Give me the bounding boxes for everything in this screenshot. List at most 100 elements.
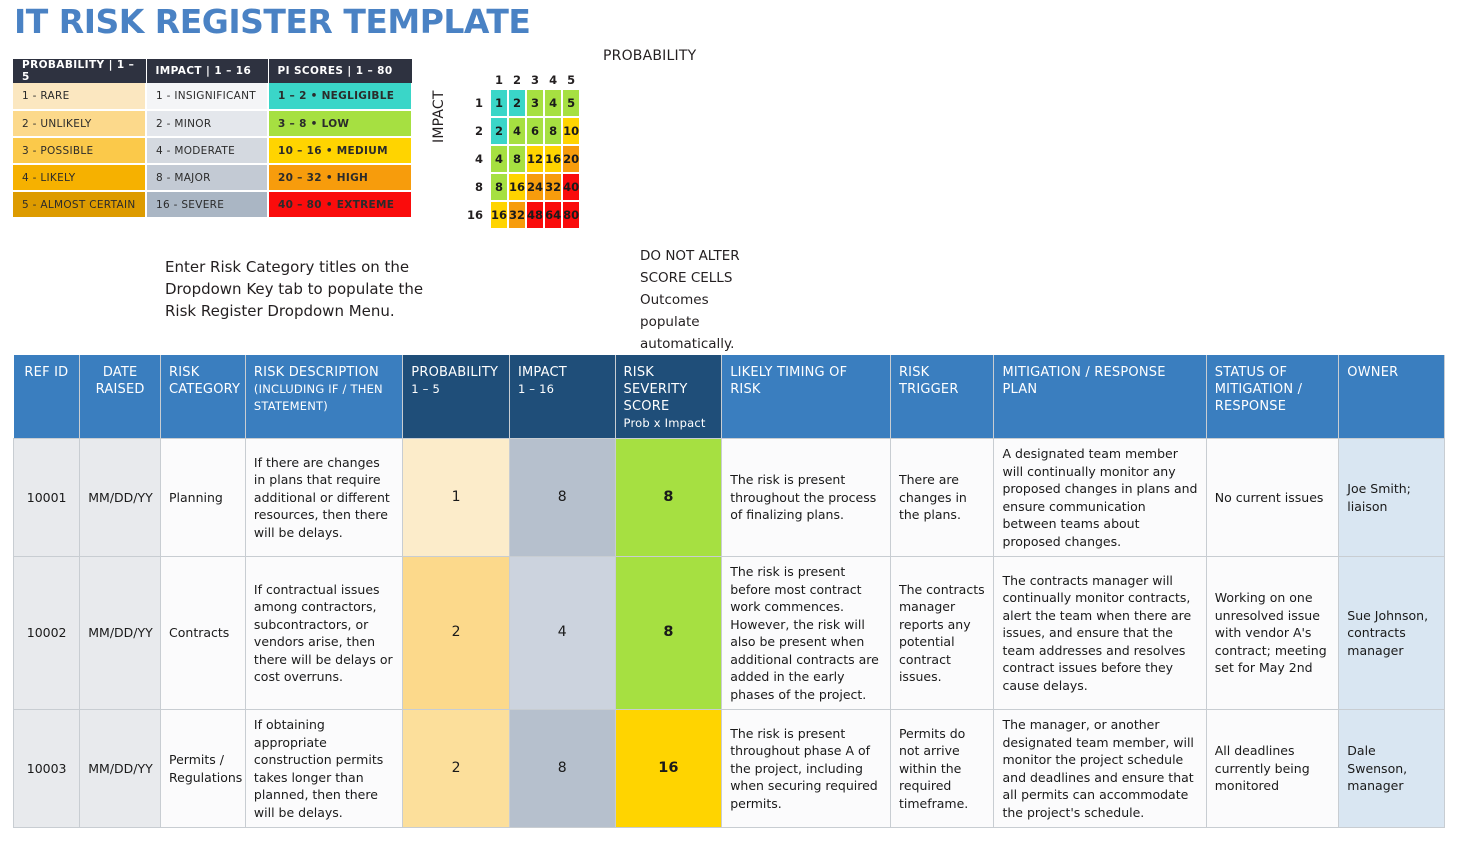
cell-ref-id[interactable]: 10001 — [12, 438, 81, 557]
legend-body: 1 - RARE 1 - INSIGNIFICANT 1 – 2 • NEGLIGI… — [13, 83, 413, 219]
matrix-column-tick: 3 — [531, 73, 540, 87]
matrix-row-tick: 16 — [467, 208, 484, 222]
col-header-likely-timing[interactable]: LIKELY TIMING OF RISK — [721, 355, 891, 439]
cell-date-raised[interactable]: MM/DD/YY — [79, 709, 162, 828]
legend-probability-cell: 3 - POSSIBLE — [13, 137, 147, 165]
cell-impact[interactable]: 8 — [508, 709, 616, 828]
matrix-column-tick: 4 — [549, 73, 558, 87]
cell-status[interactable]: No current issues — [1205, 438, 1340, 557]
cell-owner[interactable]: Dale Swenson, manager — [1338, 709, 1445, 828]
cell-mitigation-plan[interactable]: A designated team member will continuall… — [993, 438, 1207, 557]
col-header-status-label: STATUS OF MITIGATION / RESPONSE — [1214, 365, 1303, 414]
col-header-probability-sub: 1 – 5 — [411, 382, 440, 396]
cell-mitigation-plan[interactable]: The manager, or another designated team … — [993, 709, 1207, 828]
legend-header-impact: IMPACT | 1 – 16 — [146, 59, 269, 83]
matrix-score-cell: 8 — [509, 146, 526, 172]
col-header-risk-description-sub: (INCLUDING IF / THEN STATEMENT) — [253, 382, 383, 413]
legend-probability-cell: 5 - ALMOST CERTAIN — [13, 191, 147, 219]
cell-probability[interactable]: 1 — [402, 438, 510, 557]
legend-impact-cell: 2 - MINOR — [146, 110, 269, 138]
cell-likely-timing[interactable]: The risk is present throughout phase A o… — [721, 709, 891, 828]
cell-ref-id[interactable]: 10002 — [12, 556, 81, 710]
col-header-mitigation-plan[interactable]: MITIGATION / RESPONSE PLAN — [993, 355, 1207, 439]
cell-risk-severity-score: 8 — [614, 438, 723, 557]
cell-probability[interactable]: 2 — [402, 709, 510, 828]
legend-header-pi-scores: PI SCORES | 1 – 80 — [268, 59, 413, 83]
cell-owner[interactable]: Joe Smith; liaison — [1338, 438, 1445, 557]
cell-status[interactable]: All deadlines currently being monitored — [1205, 709, 1340, 828]
col-header-impact[interactable]: IMPACT 1 – 16 — [509, 355, 616, 439]
matrix-score-cell: 16 — [509, 174, 526, 200]
legend-impact-cell: 4 - MODERATE — [146, 137, 269, 165]
cell-risk-description[interactable]: If there are changes in plans that requi… — [244, 438, 404, 557]
matrix-score-cell: 4 — [545, 90, 562, 116]
table-row: 10003 MM/DD/YY Permits / Regulations If obt… — [12, 709, 1445, 828]
matrix-score-cell: 20 — [563, 146, 580, 172]
cell-impact[interactable]: 8 — [508, 438, 616, 557]
col-header-risk-trigger[interactable]: RISK TRIGGER — [890, 355, 995, 439]
cell-owner[interactable]: Sue Johnson, contracts manager — [1338, 556, 1445, 710]
matrix-score-cell: 4 — [509, 118, 526, 144]
matrix-row-tick: 2 — [475, 124, 484, 138]
cell-status[interactable]: Working on one unresolved issue with ven… — [1205, 556, 1340, 710]
legend-row: 5 - ALMOST CERTAIN 16 - SEVERE 40 – 80 • E… — [13, 191, 413, 219]
legend-row: 3 - POSSIBLE 4 - MODERATE 10 – 16 • MEDIUM — [13, 137, 413, 165]
col-header-owner-label: OWNER — [1347, 365, 1399, 380]
matrix-score-cell: 40 — [563, 174, 580, 200]
cell-risk-trigger[interactable]: There are changes in the plans. — [889, 438, 995, 557]
col-header-probability[interactable]: PROBABILITY 1 – 5 — [402, 355, 510, 439]
matrix-score-cell: 16 — [491, 202, 508, 228]
matrix-column-header-row: 12345 — [467, 72, 579, 88]
register-header-row: REF ID DATE RAISED RISK CATEGORY RISK DE… — [13, 355, 1445, 439]
col-header-owner[interactable]: OWNER — [1338, 355, 1445, 439]
cell-probability[interactable]: 2 — [402, 556, 510, 710]
legend-pi-score-cell: 20 – 32 • HIGH — [268, 164, 413, 192]
cell-risk-trigger[interactable]: The contracts manager reports any potent… — [889, 556, 995, 710]
cell-date-raised[interactable]: MM/DD/YY — [79, 556, 162, 710]
col-header-status[interactable]: STATUS OF MITIGATION / RESPONSE — [1206, 355, 1340, 439]
col-header-risk-severity-score[interactable]: RISK SEVERITY SCORE Prob x Impact — [615, 355, 723, 439]
matrix-score-cell: 2 — [509, 90, 526, 116]
matrix-row-tick: 8 — [475, 180, 484, 194]
matrix-y-axis-label: IMPACT — [431, 90, 447, 143]
cell-ref-id[interactable]: 10003 — [12, 709, 81, 828]
cell-risk-category[interactable]: Planning — [160, 438, 246, 557]
risk-register-table: REF ID DATE RAISED RISK CATEGORY RISK DE… — [12, 355, 1445, 828]
col-header-probability-label: PROBABILITY — [411, 365, 499, 380]
col-header-date-raised[interactable]: DATE RAISED — [79, 355, 162, 439]
col-header-ref-id[interactable]: REF ID — [13, 355, 81, 439]
matrix-score-cell: 4 — [491, 146, 508, 172]
cell-risk-description[interactable]: If obtaining appropriate construction pe… — [244, 709, 404, 828]
matrix-score-cell: 12 — [527, 146, 544, 172]
cell-risk-description[interactable]: If contractual issues among contractors,… — [244, 556, 404, 710]
col-header-impact-label: IMPACT — [517, 365, 567, 380]
cell-mitigation-plan[interactable]: The contracts manager will continually m… — [993, 556, 1207, 710]
matrix-row: 112345 — [467, 90, 580, 116]
cell-likely-timing[interactable]: The risk is present before most contract… — [721, 556, 891, 710]
matrix-x-axis-label: PROBABILITY — [603, 48, 697, 64]
matrix-column-tick: 2 — [513, 73, 522, 87]
cell-risk-category[interactable]: Permits / Regulations — [160, 709, 246, 828]
cell-impact[interactable]: 4 — [508, 556, 616, 710]
col-header-mitigation-plan-label: MITIGATION / RESPONSE PLAN — [1002, 365, 1166, 397]
col-header-risk-category[interactable]: RISK CATEGORY — [160, 355, 246, 439]
legend-probability-cell: 2 - UNLIKELY — [13, 110, 147, 138]
cell-risk-trigger[interactable]: Permits do not arrive within the require… — [889, 709, 995, 828]
matrix-score-cell: 48 — [527, 202, 544, 228]
matrix-row: 8 8 16 24 32 40 — [467, 174, 580, 200]
legend-row: 1 - RARE 1 - INSIGNIFICANT 1 – 2 • NEGLIGI… — [13, 83, 413, 111]
matrix-column-tick: 5 — [567, 73, 576, 87]
cell-likely-timing[interactable]: The risk is present throughout the proce… — [721, 438, 891, 557]
matrix-grid: 1 2 3 4 5 1 1 2 3 4 5 2 2 4 6 8 10 4 4 8 12 16 20 8 8 16 24 32 40 16 1… — [465, 70, 581, 230]
matrix-row-tick: 1 — [475, 96, 484, 110]
cell-risk-category[interactable]: Contracts — [160, 556, 246, 710]
legend-pi-score-cell: 10 – 16 • MEDIUM — [268, 137, 413, 165]
legend-row: 4 - LIKELY 8 - MAJOR 20 – 32 • HIGH — [13, 164, 413, 192]
col-header-risk-description-label: RISK DESCRIPTION — [253, 365, 379, 380]
matrix-score-cell: 32 — [509, 202, 526, 228]
cell-risk-severity-score: 8 — [614, 556, 723, 710]
legend-impact-cell: 1 - INSIGNIFICANT — [146, 83, 269, 111]
matrix-score-cell: 2 — [491, 118, 508, 144]
cell-date-raised[interactable]: MM/DD/YY — [79, 438, 162, 557]
col-header-risk-description[interactable]: RISK DESCRIPTION (INCLUDING IF / THEN STA… — [245, 355, 404, 439]
